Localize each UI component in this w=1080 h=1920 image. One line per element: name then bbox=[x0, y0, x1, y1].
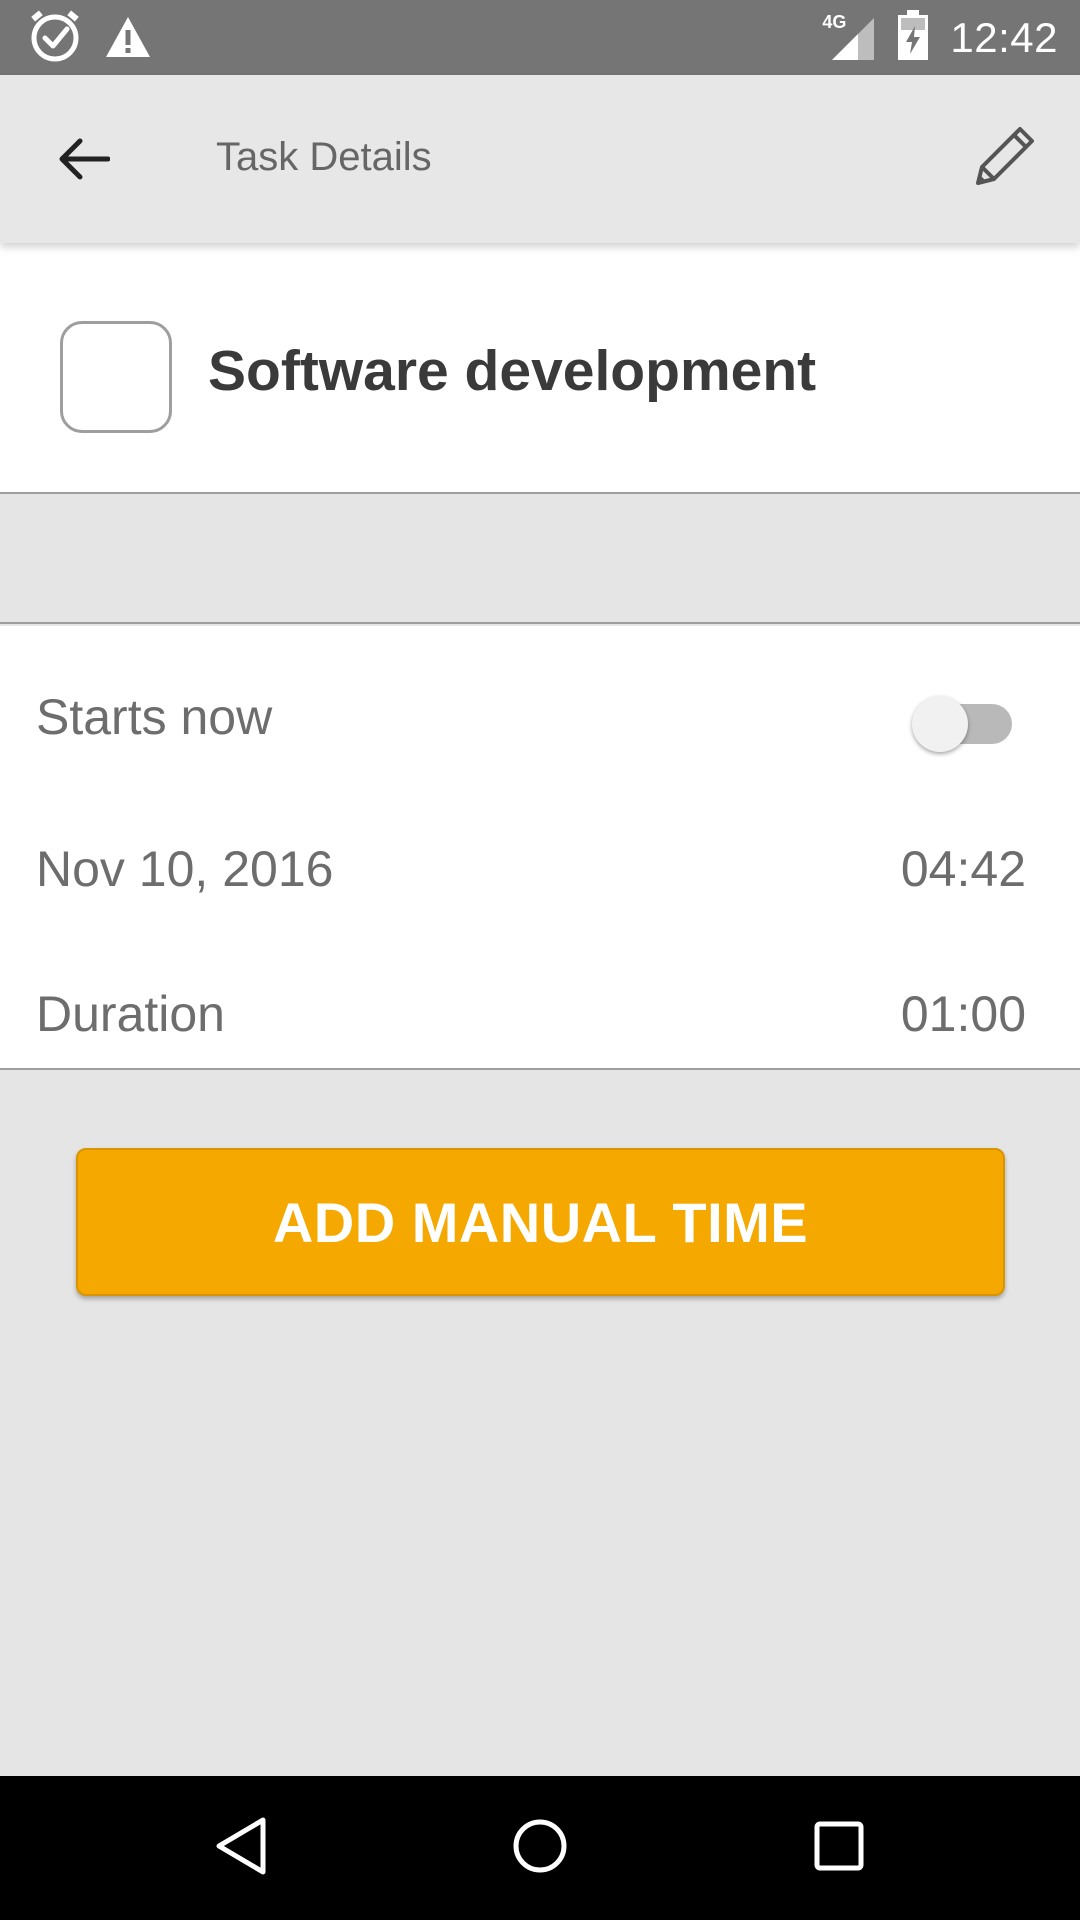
navigation-bar bbox=[0, 1776, 1080, 1920]
nav-recents-button[interactable] bbox=[803, 1812, 875, 1884]
triangle-back-icon bbox=[213, 1816, 269, 1881]
task-complete-checkbox[interactable] bbox=[60, 321, 172, 433]
back-button[interactable] bbox=[48, 125, 120, 197]
status-time: 12:42 bbox=[950, 13, 1058, 61]
time-picker[interactable]: 04:42 bbox=[901, 840, 1026, 898]
task-clock-icon bbox=[28, 10, 82, 69]
toggle-thumb bbox=[912, 696, 968, 752]
app-bar: Task Details bbox=[0, 75, 1080, 243]
duration-value[interactable]: 01:00 bbox=[901, 985, 1026, 1043]
add-manual-time-button[interactable]: ADD MANUAL TIME bbox=[76, 1148, 1005, 1296]
task-name: Software development bbox=[208, 339, 817, 403]
status-left-icons bbox=[28, 10, 152, 69]
nav-back-button[interactable] bbox=[205, 1812, 277, 1884]
duration-label: Duration bbox=[36, 986, 225, 1042]
network-type-label: 4G bbox=[822, 11, 847, 32]
arrow-back-icon bbox=[58, 137, 111, 186]
date-time-row: Nov 10, 2016 04:42 bbox=[0, 820, 1080, 930]
nav-home-button[interactable] bbox=[504, 1812, 576, 1884]
starts-now-toggle[interactable] bbox=[912, 696, 1016, 752]
status-right-icons: 4G 12:42 bbox=[822, 0, 1058, 75]
starts-now-label: Starts now bbox=[36, 689, 273, 745]
pencil-icon bbox=[972, 125, 1036, 194]
battery-icon bbox=[898, 10, 929, 65]
status-bar: 4G 12:42 bbox=[0, 0, 1080, 75]
task-header: Software development bbox=[0, 243, 1080, 494]
edit-button[interactable] bbox=[964, 119, 1044, 199]
page-title: Task Details bbox=[216, 135, 432, 179]
square-recents-icon bbox=[811, 1818, 867, 1879]
starts-now-row[interactable]: Starts now bbox=[0, 668, 1080, 778]
section-divider bbox=[0, 494, 1080, 624]
circle-home-icon bbox=[510, 1816, 570, 1881]
signal-icon: 4G bbox=[822, 11, 876, 62]
warning-icon bbox=[104, 15, 152, 64]
task-details: Starts now Nov 10, 2016 04:42 Duration 0… bbox=[0, 626, 1080, 1070]
date-picker[interactable]: Nov 10, 2016 bbox=[36, 840, 333, 898]
duration-row[interactable]: Duration 01:00 bbox=[0, 965, 1080, 1075]
